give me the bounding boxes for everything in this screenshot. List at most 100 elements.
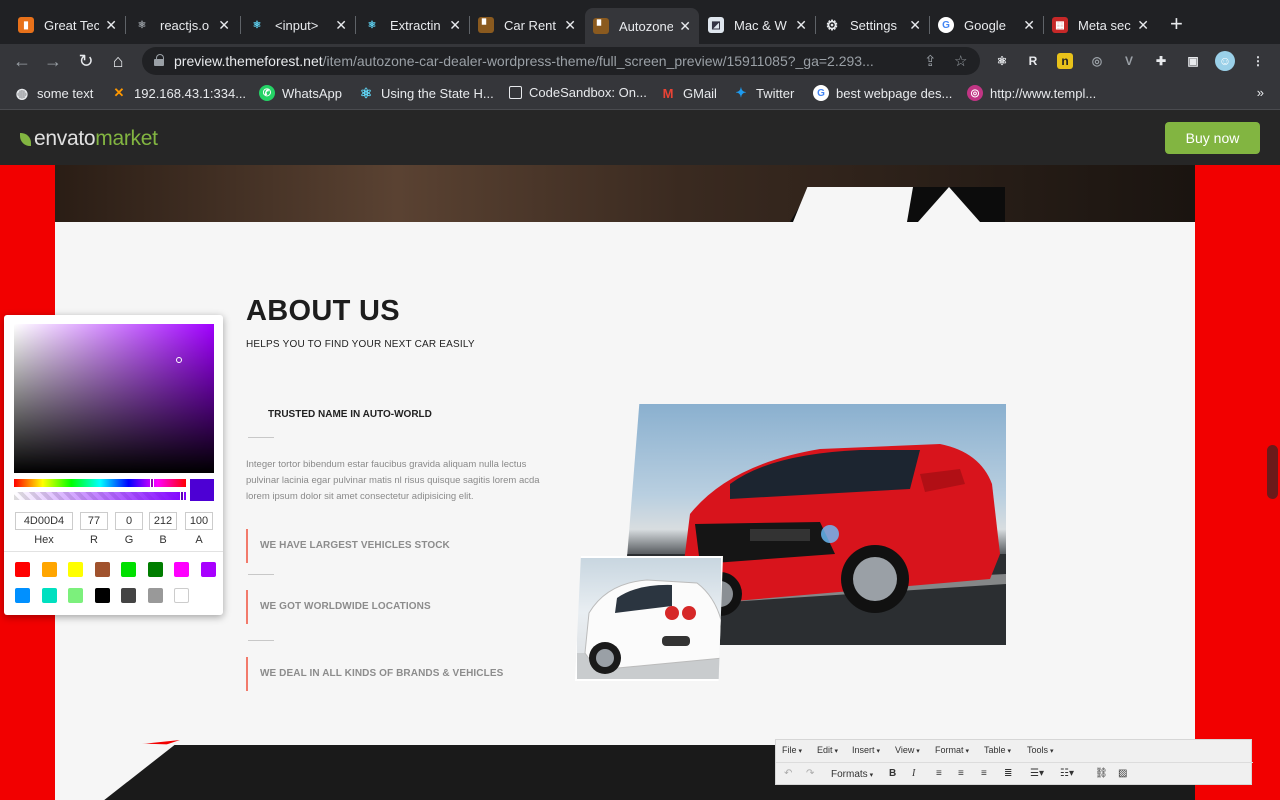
italic-icon[interactable]: I: [912, 768, 915, 779]
saturation-value-area[interactable]: [14, 324, 214, 473]
image-icon[interactable]: ▨: [1118, 768, 1127, 779]
hue-handle[interactable]: [150, 478, 154, 488]
close-tab-icon[interactable]: ✕: [105, 17, 117, 34]
bookmark-item[interactable]: CodeSandbox: On...: [509, 85, 647, 100]
address-bar[interactable]: preview.themeforest.net/item/autozone-ca…: [142, 47, 980, 75]
tab[interactable]: ▘ Car Rent ✕: [470, 10, 584, 40]
bookmark-item[interactable]: M GMail: [660, 85, 717, 101]
color-swatch[interactable]: [41, 588, 57, 603]
home-icon[interactable]: ⌂: [107, 50, 129, 72]
bullet-list-icon[interactable]: ☰▾: [1030, 768, 1044, 779]
justify-icon[interactable]: ≣: [1004, 768, 1012, 779]
extensions-puzzle-icon[interactable]: ✚: [1153, 53, 1169, 69]
menu-tools[interactable]: Tools: [1027, 745, 1053, 755]
menu-edit[interactable]: Edit: [817, 745, 838, 755]
color-swatch[interactable]: [15, 562, 30, 577]
tab[interactable]: G Google ✕: [930, 10, 1043, 40]
color-swatch[interactable]: [200, 562, 216, 577]
tab-title: <input>: [275, 17, 319, 33]
alpha-input[interactable]: [185, 512, 213, 530]
close-tab-icon[interactable]: ✕: [335, 17, 347, 34]
color-swatch[interactable]: [41, 562, 57, 577]
close-tab-icon[interactable]: ✕: [1023, 17, 1035, 34]
align-right-icon[interactable]: ≡: [981, 768, 987, 779]
alpha-label: A: [195, 534, 203, 546]
tab[interactable]: ⚙ Settings ✕: [816, 10, 929, 40]
close-tab-icon[interactable]: ✕: [449, 17, 461, 34]
numbered-list-icon[interactable]: ☷▾: [1060, 768, 1074, 779]
forward-icon[interactable]: →: [42, 50, 64, 72]
close-tab-icon[interactable]: ✕: [1137, 17, 1149, 34]
close-tab-icon[interactable]: ✕: [564, 17, 576, 34]
bookmark-item[interactable]: ◍ some text: [14, 85, 93, 101]
hue-slider[interactable]: [14, 479, 186, 487]
color-swatch[interactable]: [68, 588, 83, 603]
hex-input[interactable]: [15, 512, 73, 530]
color-swatch[interactable]: [15, 588, 30, 603]
redo-icon[interactable]: ↷: [806, 768, 814, 779]
menu-view[interactable]: View: [895, 745, 920, 755]
tab[interactable]: ▦ Meta sec ✕: [1044, 10, 1157, 40]
tab-active[interactable]: ▘ Autozone ✕: [585, 8, 699, 44]
side-panel-icon[interactable]: ▣: [1185, 53, 1201, 69]
close-tab-icon[interactable]: ✕: [218, 17, 230, 34]
profile-avatar[interactable]: ☺: [1215, 51, 1235, 71]
alpha-slider[interactable]: [14, 492, 186, 500]
green-input[interactable]: [115, 512, 143, 530]
react-icon: ⚛: [359, 84, 373, 101]
scrollbar-thumb[interactable]: [1267, 445, 1278, 499]
undo-icon[interactable]: ↶: [784, 768, 792, 779]
react-devtools-icon[interactable]: ⚛: [994, 53, 1010, 69]
tab[interactable]: ▮ Great Tec ✕: [10, 10, 125, 40]
menu-format[interactable]: Format: [935, 745, 969, 755]
reload-icon[interactable]: ↻: [75, 50, 97, 72]
menu-insert[interactable]: Insert: [852, 745, 880, 755]
blue-input[interactable]: [149, 512, 177, 530]
align-center-icon[interactable]: ≡: [958, 768, 964, 779]
back-icon[interactable]: ←: [11, 50, 33, 72]
color-swatch[interactable]: [94, 562, 110, 577]
tab[interactable]: ⚛ reactjs.o ✕: [126, 10, 238, 40]
tab[interactable]: ◩ Mac & W ✕: [700, 10, 815, 40]
color-swatch[interactable]: [147, 562, 163, 577]
tab[interactable]: ⚛ <input> ✕: [241, 10, 355, 40]
tab[interactable]: ⚛ Extractin ✕: [356, 10, 469, 40]
lock-icon[interactable]: [154, 54, 164, 66]
alpha-handle[interactable]: [180, 491, 184, 501]
bookmark-item[interactable]: ✕ 192.168.43.1:334...: [111, 85, 247, 101]
buy-now-button[interactable]: Buy now: [1165, 122, 1260, 154]
bookmark-item[interactable]: ⚛ Using the State H...: [358, 85, 494, 101]
menu-table[interactable]: Table: [984, 745, 1011, 755]
color-swatch[interactable]: [174, 588, 189, 603]
link-icon[interactable]: ⛓: [1095, 768, 1108, 779]
circle-extension-icon[interactable]: ◎: [1089, 53, 1105, 69]
bookmarks-overflow-icon[interactable]: »: [1257, 85, 1264, 100]
bold-icon[interactable]: B: [889, 768, 896, 779]
notes-extension-icon[interactable]: n: [1057, 53, 1073, 69]
saturation-handle[interactable]: [176, 357, 182, 363]
close-tab-icon[interactable]: ✕: [795, 17, 807, 34]
color-swatch[interactable]: [94, 588, 110, 603]
new-tab-button[interactable]: +: [1170, 13, 1183, 35]
share-icon[interactable]: ⇪: [924, 52, 937, 70]
color-swatch[interactable]: [68, 562, 83, 577]
bookmark-item[interactable]: ✆ WhatsApp: [259, 85, 342, 101]
formats-dropdown[interactable]: Formats: [831, 769, 873, 780]
bookmark-item[interactable]: Gbest webpage des...: [813, 85, 952, 101]
bookmark-item[interactable]: ✦ Twitter: [733, 85, 795, 101]
bookmark-star-icon[interactable]: ☆: [954, 52, 967, 70]
red-input[interactable]: [80, 512, 108, 530]
menu-kebab-icon[interactable]: ⋮: [1250, 53, 1266, 69]
color-swatch[interactable]: [174, 562, 189, 577]
color-swatch[interactable]: [121, 588, 136, 603]
envato-logo[interactable]: envatomarket: [20, 127, 158, 151]
vue-devtools-icon[interactable]: V: [1121, 53, 1137, 69]
close-tab-icon[interactable]: ✕: [679, 18, 691, 35]
close-tab-icon[interactable]: ✕: [909, 17, 921, 34]
align-left-icon[interactable]: ≡: [936, 768, 942, 779]
color-swatch[interactable]: [147, 588, 163, 603]
menu-file[interactable]: File: [782, 745, 802, 755]
r-extension-icon[interactable]: R: [1025, 53, 1041, 69]
bookmark-item[interactable]: ◎ http://www.templ...: [967, 85, 1096, 101]
color-swatch[interactable]: [121, 562, 136, 577]
